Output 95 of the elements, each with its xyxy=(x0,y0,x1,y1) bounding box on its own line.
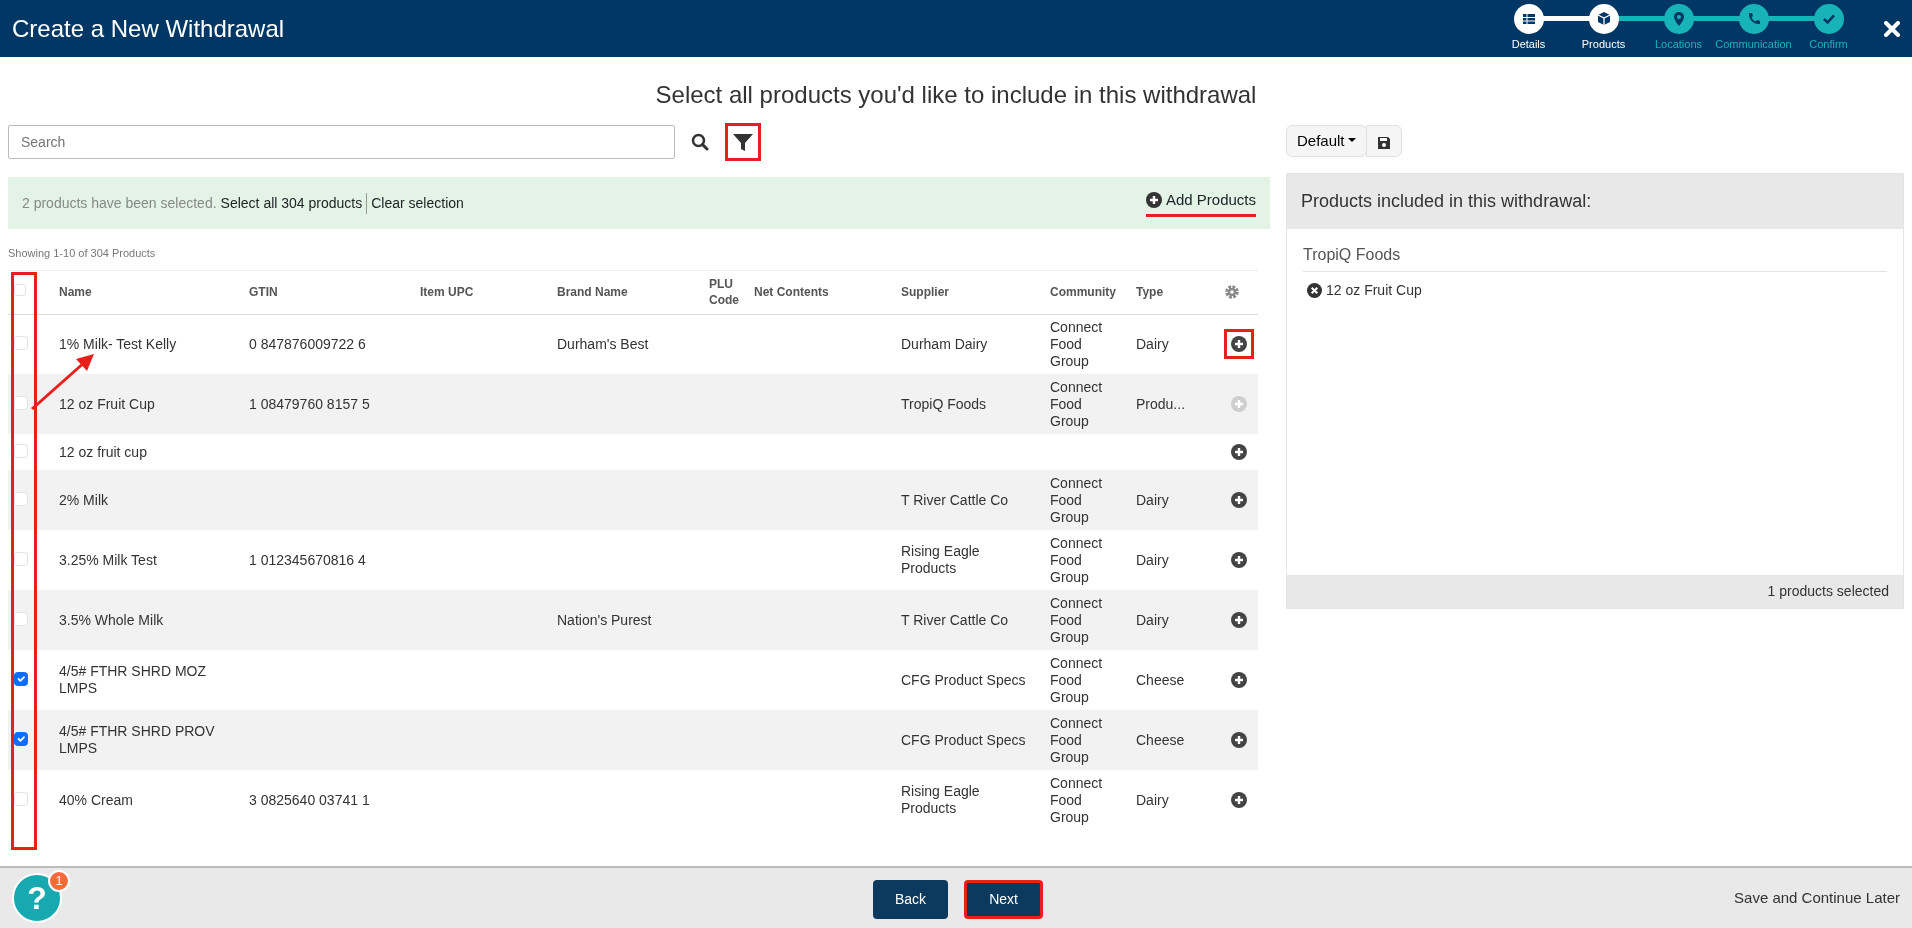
settings-icon[interactable] xyxy=(1224,284,1240,301)
step-label[interactable]: Details xyxy=(1511,36,1546,53)
filter-button[interactable] xyxy=(725,123,761,161)
table-cell: 1 08479760 8157 5 xyxy=(249,395,370,412)
view-dropdown[interactable]: Default xyxy=(1286,125,1368,157)
included-product: 12 oz Fruit Cup xyxy=(1326,281,1422,300)
column-header: PLU Code xyxy=(709,277,739,307)
table-cell: Connect Food Group xyxy=(1050,534,1103,585)
plus-icon xyxy=(1231,396,1247,412)
search-icon[interactable] xyxy=(691,133,709,151)
plus-icon xyxy=(1231,672,1247,688)
column-header: GTIN xyxy=(249,285,278,299)
plus-icon xyxy=(1231,732,1247,748)
step-label[interactable]: Products xyxy=(1581,36,1626,53)
plus-icon xyxy=(1231,444,1247,460)
table-cell: 12 oz Fruit Cup xyxy=(59,395,155,412)
panel-title: Products included in this withdrawal: xyxy=(1287,174,1903,229)
box-icon[interactable] xyxy=(1588,4,1619,35)
table-cell: Cheese xyxy=(1136,671,1185,688)
table-cell: Dairy xyxy=(1136,491,1169,508)
table-cell: Durham's Best xyxy=(557,335,649,352)
add-products-link[interactable]: Add Products xyxy=(1145,188,1256,218)
page-heading: Select all products you'd like to include in this withdrawal xyxy=(654,80,1258,110)
plus-icon xyxy=(1231,336,1247,353)
table-cell: Dairy xyxy=(1136,791,1169,808)
table-cell: Nation's Purest xyxy=(557,611,652,628)
select-all-checkbox[interactable] xyxy=(14,284,26,296)
window-title: Create a New Withdrawal xyxy=(12,13,285,44)
table-cell: 12 oz fruit cup xyxy=(59,443,147,460)
table-cell: 4/5# FTHR SHRD MOZ LMPS xyxy=(59,663,206,696)
close-icon[interactable] xyxy=(1884,20,1900,37)
selection-message: 2 products have been selected. xyxy=(22,193,217,213)
save-later-link[interactable]: Save and Continue Later xyxy=(1734,886,1900,910)
notification-badge: 1 xyxy=(48,870,70,892)
details-icon[interactable] xyxy=(1513,4,1544,35)
table-cell: Connect Food Group xyxy=(1050,774,1103,825)
table-cell: T River Cattle Co xyxy=(901,491,1009,508)
filter-icon xyxy=(732,132,754,153)
table-cell: Dairy xyxy=(1136,551,1169,568)
table-cell: CFG Product Specs xyxy=(901,731,1026,748)
table-cell: 3 0825640 03741 1 xyxy=(249,791,370,808)
table-cell: 3.25% Milk Test xyxy=(59,551,157,568)
table-cell: 2% Milk xyxy=(59,491,108,508)
table-cell: Durham Dairy xyxy=(901,335,988,352)
column-header: Type xyxy=(1136,285,1164,299)
group-heading: TropiQ Foods xyxy=(1303,243,1887,272)
table-cell: Connect Food Group xyxy=(1050,474,1103,525)
column-header: Supplier xyxy=(901,285,949,299)
row-checkbox[interactable] xyxy=(14,671,28,686)
table-cell: Produ... xyxy=(1136,395,1186,412)
table-cell: 40% Cream xyxy=(59,791,133,808)
step-label[interactable]: Communication xyxy=(1715,36,1792,53)
column-header: Brand Name xyxy=(557,285,628,299)
back-button[interactable]: Back xyxy=(873,880,949,919)
panel-footer: 1 products selected xyxy=(1287,575,1903,608)
column-header: Community xyxy=(1050,285,1116,299)
table-cell: 3.5% Whole Milk xyxy=(59,611,164,628)
table-cell: Connect Food Group xyxy=(1050,654,1103,705)
table-cell: 0 847876009722 6 xyxy=(249,335,366,352)
remove-icon[interactable] xyxy=(1307,283,1322,298)
add-button[interactable] xyxy=(1224,329,1254,360)
table-cell: Rising Eagle Products xyxy=(901,543,980,576)
select-all-link[interactable]: Select all 304 products xyxy=(220,192,368,214)
save-icon xyxy=(1377,135,1392,150)
table-cell: T River Cattle Co xyxy=(901,611,1009,628)
column-header: Name xyxy=(59,285,92,299)
column-header: Item UPC xyxy=(420,285,474,299)
table-cell: 4/5# FTHR SHRD PROV LMPS xyxy=(59,723,215,756)
plus-icon xyxy=(1231,552,1247,568)
table-cell: Connect Food Group xyxy=(1050,594,1103,645)
table-cell: TropiQ Foods xyxy=(901,395,987,412)
search-field[interactable]: Search xyxy=(8,125,675,159)
plus-icon xyxy=(1231,792,1247,808)
table-cell: Connect Food Group xyxy=(1050,378,1103,429)
showing-count: Showing 1-10 of 304 Products xyxy=(8,246,157,261)
step-label[interactable]: Locations xyxy=(1654,36,1703,53)
plus-icon xyxy=(1145,192,1162,208)
step-label[interactable]: Confirm xyxy=(1809,36,1848,53)
table-cell: 1 012345670816 4 xyxy=(249,551,366,568)
table-cell: Rising Eagle Products xyxy=(901,783,980,816)
table-cell: Connect Food Group xyxy=(1050,714,1103,765)
check-icon[interactable] xyxy=(1813,4,1844,35)
table-cell: Connect Food Group xyxy=(1050,318,1103,369)
column-header: Net Contents xyxy=(754,285,829,299)
clear-selection-link[interactable]: Clear selection xyxy=(371,192,464,214)
table-cell: 1% Milk- Test Kelly xyxy=(59,335,177,352)
row-checkbox[interactable] xyxy=(14,731,28,746)
table-cell: Dairy xyxy=(1136,335,1169,352)
save-view-button[interactable] xyxy=(1366,125,1403,157)
table-cell: Cheese xyxy=(1136,731,1185,748)
next-button[interactable]: Next xyxy=(964,880,1043,919)
plus-icon xyxy=(1231,612,1247,628)
table-cell: Dairy xyxy=(1136,611,1169,628)
table-cell: CFG Product Specs xyxy=(901,671,1026,688)
plus-icon xyxy=(1231,492,1247,508)
